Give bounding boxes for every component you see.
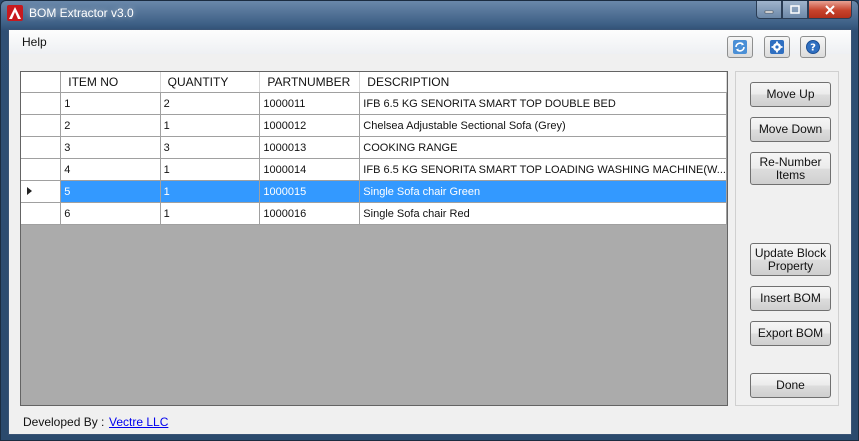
maximize-icon xyxy=(790,5,800,14)
cell-quantity[interactable]: 2 xyxy=(160,92,261,115)
developed-by-label: Developed By : xyxy=(23,415,105,429)
cell-partnumber[interactable]: 1000011 xyxy=(259,92,361,115)
refresh-icon xyxy=(733,40,747,54)
table-row[interactable]: 3 3 1000013 COOKING RANGE xyxy=(21,136,727,159)
update-block-property-button[interactable]: Update Block Property xyxy=(750,243,831,276)
cell-item-no[interactable]: 5 xyxy=(60,180,161,203)
refresh-button[interactable] xyxy=(727,36,753,58)
cell-description[interactable]: Single Sofa chair Red xyxy=(359,202,727,225)
cell-item-no[interactable]: 3 xyxy=(60,136,161,159)
cell-description[interactable]: IFB 6.5 KG SENORITA SMART TOP DOUBLE BED xyxy=(359,92,727,115)
cell-description[interactable]: Chelsea Adjustable Sectional Sofa (Grey) xyxy=(359,114,727,137)
close-button[interactable] xyxy=(808,1,852,19)
cell-partnumber[interactable]: 1000016 xyxy=(259,202,361,225)
main-window: BOM Extractor v3.0 Help ? ITEM NO QUANTI… xyxy=(0,0,859,441)
company-link[interactable]: Vectre LLC xyxy=(109,415,168,429)
action-panel: Move Up Move Down Re-Number Items Update… xyxy=(735,71,839,406)
gear-icon xyxy=(770,40,784,54)
minimize-button[interactable] xyxy=(756,1,782,19)
table-row[interactable]: 6 1 1000016 Single Sofa chair Red xyxy=(21,202,727,225)
table-row[interactable]: 4 1 1000014 IFB 6.5 KG SENORITA SMART TOP L… xyxy=(21,158,727,181)
cell-partnumber[interactable]: 1000014 xyxy=(259,158,361,181)
cell-description[interactable]: COOKING RANGE xyxy=(359,136,727,159)
help-icon: ? xyxy=(806,40,820,54)
settings-button[interactable] xyxy=(764,36,790,58)
cell-item-no[interactable]: 4 xyxy=(60,158,161,181)
menu-bar: Help xyxy=(9,30,851,54)
insert-bom-button[interactable]: Insert BOM xyxy=(750,286,831,311)
move-up-button[interactable]: Move Up xyxy=(750,82,831,107)
svg-text:?: ? xyxy=(810,43,816,54)
menu-help[interactable]: Help xyxy=(22,35,47,49)
cell-partnumber[interactable]: 1000012 xyxy=(259,114,361,137)
export-bom-button[interactable]: Export BOM xyxy=(750,321,831,346)
bom-table: ITEM NO QUANTITY PARTNUMBER DESCRIPTION … xyxy=(21,72,727,225)
done-button[interactable]: Done xyxy=(750,373,831,398)
cell-description[interactable]: Single Sofa chair Green xyxy=(359,180,727,203)
table-row[interactable]: 2 1 1000012 Chelsea Adjustable Sectional So… xyxy=(21,114,727,137)
row-header[interactable] xyxy=(21,158,62,181)
row-header[interactable] xyxy=(21,180,62,203)
minimize-icon xyxy=(764,10,774,13)
row-header[interactable] xyxy=(21,136,62,159)
window-title: BOM Extractor v3.0 xyxy=(29,6,134,20)
cell-quantity[interactable]: 1 xyxy=(160,114,261,137)
cell-partnumber[interactable]: 1000015 xyxy=(259,180,361,203)
autocad-app-icon xyxy=(7,5,23,21)
renumber-items-button[interactable]: Re-Number Items xyxy=(750,152,831,185)
cell-item-no[interactable]: 2 xyxy=(60,114,161,137)
column-header-quantity[interactable]: QUANTITY xyxy=(160,72,261,93)
title-bar[interactable]: BOM Extractor v3.0 xyxy=(1,1,858,27)
current-row-arrow-icon xyxy=(27,186,32,195)
cell-partnumber[interactable]: 1000013 xyxy=(259,136,361,159)
row-header[interactable] xyxy=(21,92,62,115)
close-icon xyxy=(825,4,835,15)
column-header-item-no[interactable]: ITEM NO xyxy=(60,72,161,93)
cell-quantity[interactable]: 1 xyxy=(160,158,261,181)
cell-item-no[interactable]: 6 xyxy=(60,202,161,225)
help-button[interactable]: ? xyxy=(800,36,826,58)
cell-quantity[interactable]: 1 xyxy=(160,180,261,203)
header-row: ITEM NO QUANTITY PARTNUMBER DESCRIPTION xyxy=(21,72,727,93)
table-row[interactable]: 5 1 1000015 Single Sofa chair Green xyxy=(21,180,727,203)
client-area: Help ? ITEM NO QUANTITY PARTNUMBER DESCR… xyxy=(8,29,852,435)
column-header-partnumber[interactable]: PARTNUMBER xyxy=(259,72,361,93)
bom-grid[interactable]: ITEM NO QUANTITY PARTNUMBER DESCRIPTION … xyxy=(20,71,728,406)
move-down-button[interactable]: Move Down xyxy=(750,117,831,142)
maximize-button[interactable] xyxy=(782,1,808,19)
cell-quantity[interactable]: 3 xyxy=(160,136,261,159)
cell-description[interactable]: IFB 6.5 KG SENORITA SMART TOP LOADING WA… xyxy=(359,158,727,181)
column-header-description[interactable]: DESCRIPTION xyxy=(359,72,727,93)
cell-quantity[interactable]: 1 xyxy=(160,202,261,225)
row-header-corner xyxy=(21,72,62,93)
table-row[interactable]: 1 2 1000011 IFB 6.5 KG SENORITA SMART TOP D… xyxy=(21,92,727,115)
cell-item-no[interactable]: 1 xyxy=(60,92,161,115)
row-header[interactable] xyxy=(21,114,62,137)
row-header[interactable] xyxy=(21,202,62,225)
